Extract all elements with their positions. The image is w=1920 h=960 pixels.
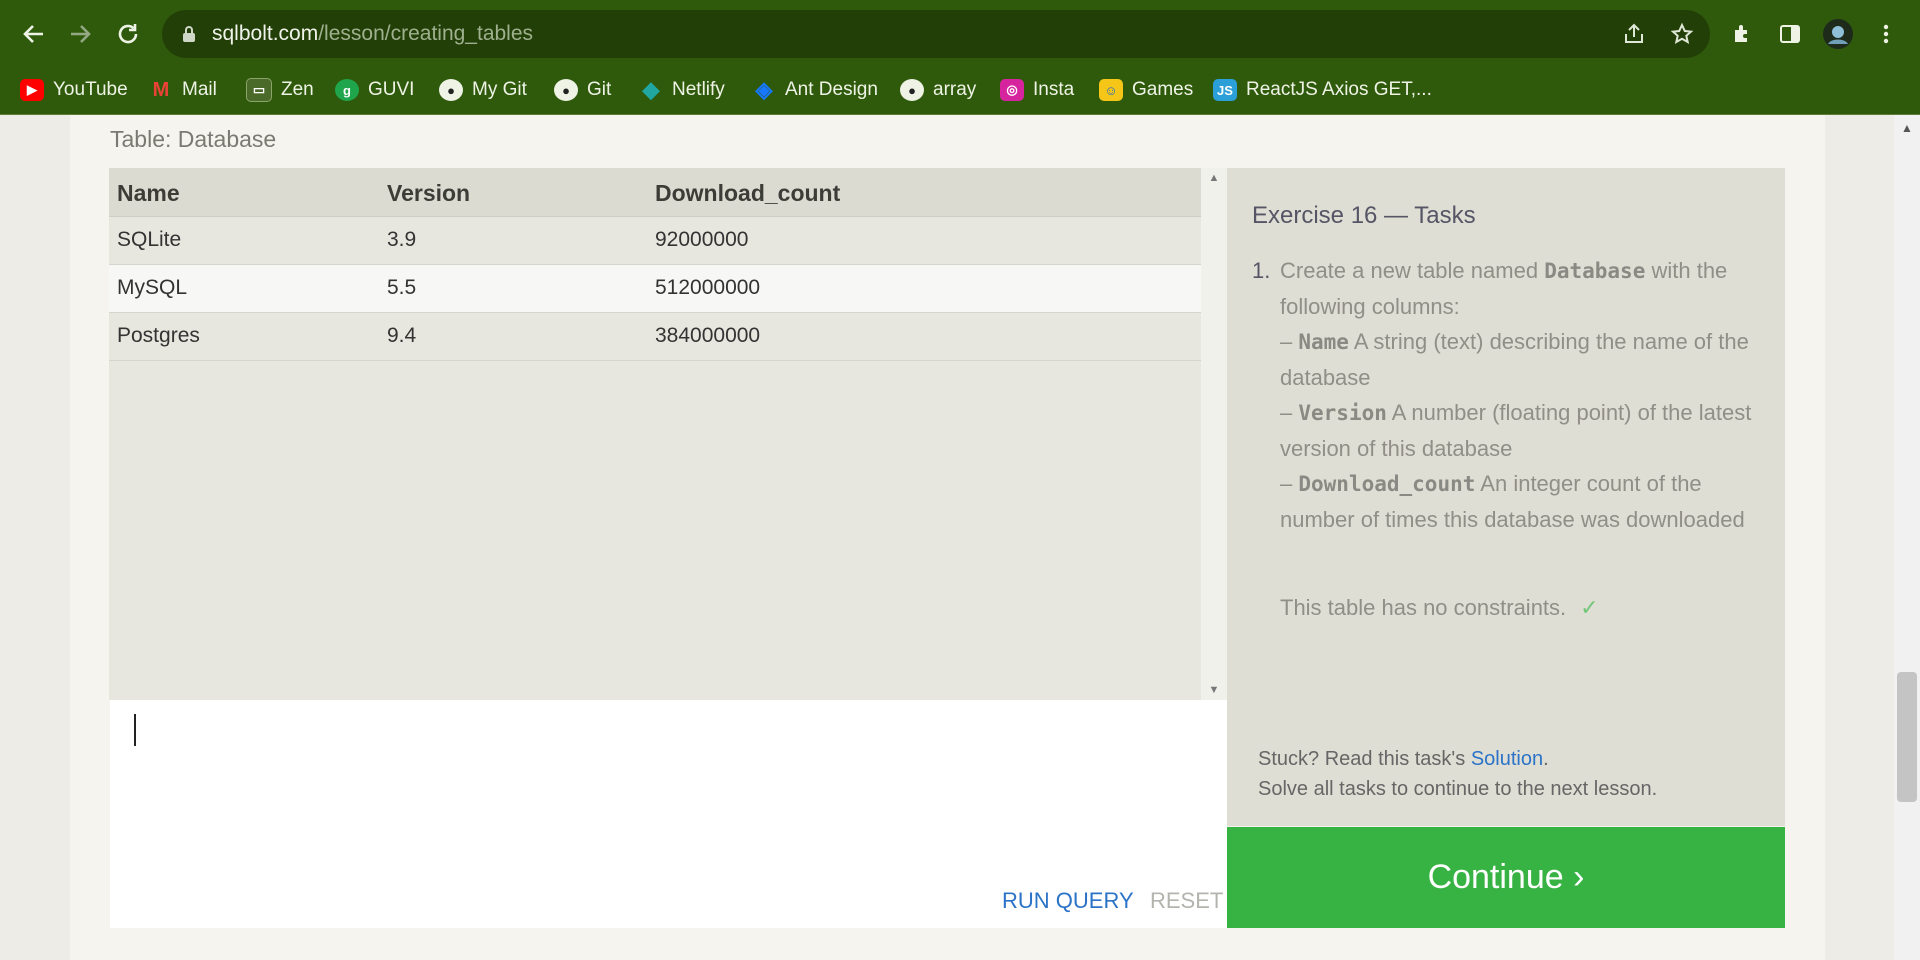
table-cell: 92000000 xyxy=(655,228,749,251)
scroll-down-arrow-icon[interactable]: ▼ xyxy=(1201,684,1227,696)
bookmark-array[interactable]: ● array xyxy=(900,75,976,105)
column-header: Download_count xyxy=(655,180,841,206)
table-cell: 384000000 xyxy=(655,324,761,347)
run-query-button[interactable]: RUN QUERY xyxy=(1002,888,1134,914)
bookmark-netlify[interactable]: ◆ Netlify xyxy=(639,75,725,105)
text-cursor xyxy=(134,714,136,746)
solution-link[interactable]: Solution xyxy=(1471,748,1543,770)
forward-arrow-icon[interactable] xyxy=(60,14,100,54)
share-icon[interactable] xyxy=(1620,20,1648,48)
github-icon: ● xyxy=(554,79,578,101)
bookmark-zen[interactable]: ▭ Zen xyxy=(246,75,314,105)
back-arrow-icon[interactable] xyxy=(14,14,54,54)
tasks-title: Exercise 16 — Tasks xyxy=(1252,202,1476,229)
bookmark-my-git[interactable]: ● My Git xyxy=(439,75,527,105)
column-header: Name xyxy=(117,180,180,206)
solve-all-hint: Solve all tasks to continue to the next … xyxy=(1258,778,1658,800)
stuck-hint: Stuck? Read this task's Solution. xyxy=(1258,748,1549,770)
bookmark-reactjs-axios[interactable]: JS ReactJS Axios GET,... xyxy=(1213,75,1432,105)
table-header-row: Name Version Download_count xyxy=(109,168,1201,217)
table-cell: SQLite xyxy=(117,228,182,251)
github-icon: ● xyxy=(900,79,924,101)
results-table: Name Version Download_count SQLite 3.9 9… xyxy=(109,168,1201,700)
extensions-puzzle-icon[interactable] xyxy=(1722,14,1762,54)
continue-button[interactable]: Continue › xyxy=(1227,827,1785,928)
table-row: SQLite 3.9 92000000 xyxy=(109,217,1201,265)
url-text[interactable]: sqlbolt.com/lesson/creating_tables xyxy=(212,22,533,46)
table-title: Table: Database xyxy=(110,126,277,152)
checkmark-icon: ✓ xyxy=(1580,595,1599,620)
table-cell: 3.9 xyxy=(387,228,417,251)
reload-icon[interactable] xyxy=(108,14,148,54)
scroll-up-arrow-icon[interactable]: ▲ xyxy=(1894,121,1920,135)
instagram-icon: ◎ xyxy=(1000,79,1024,101)
zen-icon: ▭ xyxy=(246,78,272,102)
guvi-icon: g xyxy=(335,79,359,101)
task-number: 1. xyxy=(1252,258,1271,283)
reset-button[interactable]: RESET xyxy=(1150,888,1223,914)
youtube-icon: ▶ xyxy=(20,79,44,101)
results-scrollbar[interactable]: ▲ ▼ xyxy=(1201,168,1227,700)
profile-avatar[interactable] xyxy=(1818,14,1858,54)
sql-query-editor[interactable]: RUN QUERY RESET xyxy=(110,700,1227,928)
scrollbar-thumb[interactable] xyxy=(1897,672,1917,802)
bookmark-insta[interactable]: ◎ Insta xyxy=(1000,75,1074,105)
scroll-up-arrow-icon[interactable]: ▲ xyxy=(1201,172,1227,184)
table-row: Postgres 9.4 384000000 xyxy=(109,313,1201,361)
bookmark-ant-design[interactable]: ◈ Ant Design xyxy=(752,75,878,105)
bookmarks-bar: ▶ YouTube M Mail ▭ Zen g GUVI ● My Git ● Git ◆… xyxy=(0,66,1920,115)
gmail-icon: M xyxy=(152,78,170,101)
column-header: Version xyxy=(387,180,471,206)
page-viewport: Table: Database Name Version Download_co… xyxy=(0,115,1920,960)
lock-icon xyxy=(183,26,195,42)
bookmark-games[interactable]: ☺ Games xyxy=(1099,75,1193,105)
table-cell: Postgres xyxy=(117,324,200,347)
netlify-icon: ◆ xyxy=(642,77,660,102)
page-scrollbar[interactable]: ▲ xyxy=(1894,115,1920,960)
table-cell: 512000000 xyxy=(655,276,761,299)
ant-design-icon: ◈ xyxy=(755,77,773,102)
table-row: MySQL 5.5 512000000 xyxy=(109,265,1201,313)
table-cell: MySQL xyxy=(117,276,188,299)
address-bar[interactable]: sqlbolt.com/lesson/creating_tables xyxy=(162,10,1710,58)
tasks-panel: Exercise 16 — Tasks 1. Create a new tabl… xyxy=(1227,168,1785,826)
bookmark-mail[interactable]: M Mail xyxy=(149,75,217,105)
task-description: Create a new table named Database with t… xyxy=(1280,258,1752,532)
side-panel-icon[interactable] xyxy=(1770,14,1810,54)
github-icon: ● xyxy=(439,79,463,101)
more-menu-icon[interactable] xyxy=(1866,14,1906,54)
games-icon: ☺ xyxy=(1099,79,1123,101)
bookmark-guvi[interactable]: g GUVI xyxy=(335,75,414,105)
table-cell: 5.5 xyxy=(387,276,417,299)
bookmark-youtube[interactable]: ▶ YouTube xyxy=(20,75,128,105)
star-icon[interactable] xyxy=(1668,20,1696,48)
constraint-note: This table has no constraints. ✓ xyxy=(1280,595,1599,620)
js-icon: JS xyxy=(1213,79,1237,101)
bookmark-git[interactable]: ● Git xyxy=(554,75,611,105)
browser-toolbar: sqlbolt.com/lesson/creating_tables xyxy=(0,0,1920,66)
table-cell: 9.4 xyxy=(387,324,417,347)
